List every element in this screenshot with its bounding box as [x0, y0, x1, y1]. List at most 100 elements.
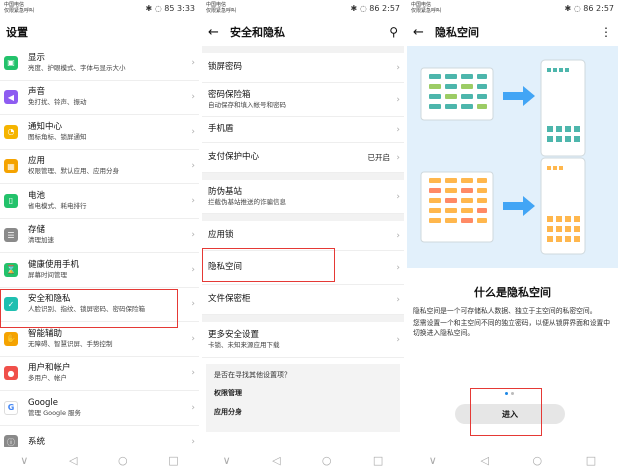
settings-item-text: 存储 清理加速 [28, 225, 195, 245]
nav-home-icon[interactable]: ○ [118, 454, 128, 467]
settings-item-1[interactable]: ◀ 声音 免打扰、铃声、振动 › [0, 81, 199, 115]
description-paragraph-2: 您需设置一个和主空间不同的独立密码，以便从锁屏界面和设置中切换进入隐私空间。 [413, 319, 611, 337]
security-item-text: 支付保护中心 [208, 152, 259, 163]
security-item-text: 文件保密柜 [208, 294, 251, 305]
settings-item-subtitle: 亮度、护眼模式、字体与显示大小 [28, 63, 126, 72]
chevron-right-icon: › [191, 299, 195, 310]
chevron-right-icon: › [396, 262, 400, 273]
nav-triangle-icon[interactable]: ◁ [480, 454, 488, 467]
hand-icon: ✋ [4, 331, 18, 346]
settings-item-10[interactable]: G Google 管理 Google 服务 › [0, 391, 199, 426]
chevron-right-icon: › [191, 92, 195, 103]
composite-screenshot: 中国电信 仅限紧急呼叫 ✱ ◌ 85 3:33 设置 ▣ 显示 亮度、护眼模式、字体… [0, 0, 618, 473]
battery-level: 86 [583, 4, 594, 13]
security-list: 锁屏密码 › 密码保险箱 自动保存和填入帐号和密码 › 手机盾 › 支付保护中心 已开启 › 防伪基… [202, 53, 404, 358]
user-icon: ● [4, 366, 18, 381]
suggestion-link-app-twin[interactable]: 应用分身 [214, 407, 392, 417]
app-bar: ← 隐私空间 ⋮ [407, 18, 618, 46]
nav-home-icon[interactable]: ○ [533, 454, 543, 467]
security-item-2[interactable]: 手机盾 › [202, 117, 404, 143]
highlight-box-security [0, 289, 178, 328]
private-space-illustration [407, 46, 618, 268]
security-item-4[interactable]: 防伪基站 拦截伪基站推送的诈骗信息 › [202, 180, 404, 214]
security-item-title: 更多安全设置 [208, 329, 260, 340]
section-gap [202, 315, 404, 322]
nav-bar: ∨ ◁ ○ □ [202, 447, 404, 473]
back-arrow-icon[interactable]: ← [413, 25, 435, 40]
chevron-right-icon: › [396, 230, 400, 241]
battery-level: 86 [369, 4, 380, 13]
nav-triangle-icon[interactable]: ◁ [69, 454, 77, 467]
settings-item-title: 声音 [28, 87, 46, 98]
security-item-title: 应用锁 [208, 230, 234, 240]
nav-recent-icon[interactable]: □ [373, 454, 383, 467]
nav-recent-icon[interactable]: □ [586, 454, 596, 467]
clock: 2:57 [596, 4, 614, 13]
settings-item-title: 健康使用手机 [28, 259, 80, 270]
nav-bar: ∨ ◁ ○ □ [407, 447, 618, 473]
security-item-title: 锁屏密码 [208, 62, 243, 72]
nav-back-icon[interactable]: ∨ [223, 454, 231, 467]
security-item-title: 防伪基站 [208, 186, 243, 197]
status-bar: 中国电信 仅限紧急呼叫 ✱ ◌ 86 2:57 [202, 0, 404, 18]
status-bar: 中国电信 仅限紧急呼叫 ✱ ◌ 86 2:57 [407, 0, 618, 18]
battery-level: 85 [164, 4, 175, 13]
security-item-7[interactable]: 文件保密柜 › [202, 285, 404, 315]
chevron-right-icon: › [191, 264, 195, 275]
settings-item-subtitle: 免打扰、铃声、振动 [28, 98, 87, 107]
google-icon: G [4, 400, 18, 415]
security-item-text: 防伪基站 拦截伪基站推送的诈骗信息 [208, 187, 286, 207]
security-item-3[interactable]: 支付保护中心 已开启 › [202, 143, 404, 173]
settings-item-2[interactable]: ◔ 通知中心 图标角标、锁屏通知 › [0, 115, 199, 150]
nav-back-icon[interactable]: ∨ [20, 454, 28, 467]
settings-item-6[interactable]: ⌛ 健康使用手机 屏幕时间管理 › [0, 253, 199, 288]
more-icon[interactable]: ⋮ [600, 25, 612, 39]
settings-item-subtitle: 图标角标、锁屏通知 [28, 132, 87, 141]
security-item-0[interactable]: 锁屏密码 › [202, 53, 404, 83]
chevron-right-icon: › [191, 126, 195, 137]
description-paragraph-1: 隐私空间是一个可存储私人数据、独立于主空间的私密空间。 [413, 307, 597, 315]
security-item-1[interactable]: 密码保险箱 自动保存和填入帐号和密码 › [202, 83, 404, 117]
search-icon[interactable]: ⚲ [389, 25, 398, 39]
security-privacy-screen: 中国电信 仅限紧急呼叫 ✱ ◌ 86 2:57 ← 安全和隐私 ⚲ 锁屏密码 › 密… [202, 0, 404, 473]
settings-item-9[interactable]: ● 用户和帐户 多用户、帐户 › [0, 357, 199, 391]
highlight-box-enter [470, 388, 542, 436]
nav-triangle-icon[interactable]: ◁ [272, 454, 280, 467]
nav-home-icon[interactable]: ○ [322, 454, 332, 467]
settings-item-0[interactable]: ▣ 显示 亮度、护眼模式、字体与显示大小 › [0, 46, 199, 81]
highlight-box-private-space [202, 248, 335, 282]
chevron-right-icon: › [191, 437, 195, 448]
settings-item-title: Google [28, 397, 58, 408]
settings-item-5[interactable]: ☰ 存储 清理加速 › [0, 219, 199, 253]
settings-item-subtitle: 无障碍、智慧识屏、手势控制 [28, 339, 113, 348]
clock: 2:57 [382, 4, 400, 13]
settings-item-subtitle: 省电模式、耗电排行 [28, 201, 87, 210]
nav-bar: ∨ ◁ ○ □ [0, 447, 199, 473]
hourglass-icon: ⌛ [4, 262, 18, 277]
suggestion-question: 是否在寻找其他设置项？ [214, 371, 291, 379]
security-item-title: 文件保密柜 [208, 294, 251, 304]
suggestion-link-permissions[interactable]: 权限管理 [214, 388, 392, 398]
suggestion-card: 是否在寻找其他设置项？ 权限管理 应用分身 [206, 364, 400, 432]
security-item-5[interactable]: 应用锁 › [202, 221, 404, 251]
status-right: ✱ ◌ 86 2:57 [564, 4, 614, 13]
settings-item-title: 通知中心 [28, 121, 63, 132]
section-gap [202, 46, 404, 53]
settings-item-subtitle: 管理 Google 服务 [28, 408, 82, 417]
nav-recent-icon[interactable]: □ [168, 454, 178, 467]
settings-item-title: 用户和帐户 [28, 363, 71, 374]
security-item-8[interactable]: 更多安全设置 卡锁、未知来源应用下载 › [202, 322, 404, 358]
back-arrow-icon[interactable]: ← [208, 25, 230, 40]
chevron-right-icon: › [191, 333, 195, 344]
chevron-right-icon: › [191, 161, 195, 172]
nav-back-icon[interactable]: ∨ [429, 454, 437, 467]
security-item-text: 应用锁 [208, 230, 234, 241]
settings-item-title: 智能辅助 [28, 328, 63, 339]
chevron-right-icon: › [191, 57, 195, 68]
settings-item-subtitle: 清理加速 [28, 236, 54, 245]
chevron-right-icon: › [191, 402, 195, 413]
settings-item-4[interactable]: ▯ 电池 省电模式、耗电排行 › [0, 184, 199, 219]
chevron-right-icon: › [396, 124, 400, 135]
settings-item-3[interactable]: ▦ 应用 权限管理、默认应用、应用分身 › [0, 150, 199, 184]
settings-item-title: 显示 [28, 52, 46, 63]
